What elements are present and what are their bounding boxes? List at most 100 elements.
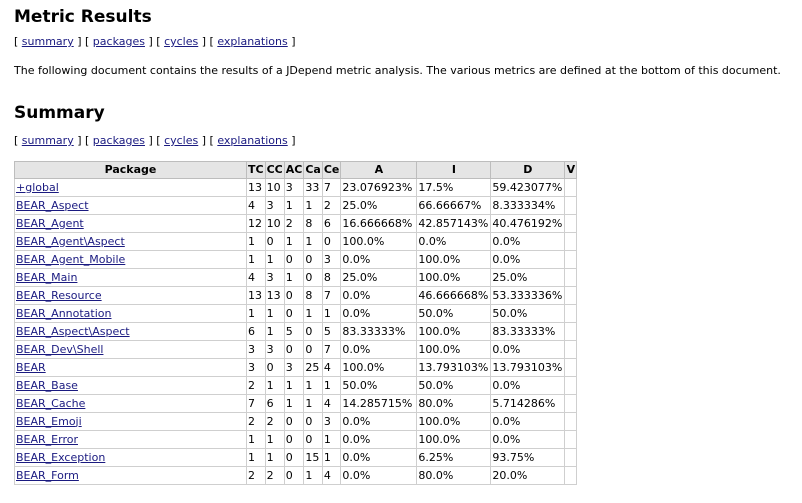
cell-ac: 0 [283,340,305,359]
cell-ce: 7 [321,178,342,197]
package-link[interactable]: BEAR_Aspect\Aspect [16,325,130,338]
package-link[interactable]: BEAR_Form [16,469,79,482]
cell-v [564,358,578,377]
cell-a: 14.285715% [340,394,418,413]
cell-ac: 3 [283,358,305,377]
cell-ac: 1 [283,232,305,251]
table-row: BEAR_Base 2 1 1 1 1 50.0% 50.0% 0.0% [14,376,578,395]
cell-d: 5.714286% [490,394,566,413]
cell-ac: 0 [283,430,305,449]
cell-ca: 1 [303,466,323,485]
nav-link-cycles[interactable]: cycles [164,134,198,147]
cell-ac: 1 [283,196,305,215]
cell-package: +global [14,178,247,197]
cell-i: 50.0% [416,376,492,395]
cell-cc: 6 [264,394,285,413]
package-link[interactable]: BEAR_Exception [16,451,105,464]
cell-i: 6.25% [416,448,492,467]
column-header-d: D [490,161,566,179]
cell-ca: 1 [303,304,323,323]
package-link[interactable]: BEAR_Annotation [16,307,112,320]
cell-a: 25.0% [340,196,418,215]
cell-ac: 2 [283,214,305,233]
package-link[interactable]: BEAR_Error [16,433,78,446]
cell-ca: 0 [303,250,323,269]
cell-tc: 12 [246,214,266,233]
table-row: BEAR_Dev\Shell 3 3 0 0 7 0.0% 100.0% 0.0% [14,340,578,359]
nav-separator: ] [ [77,35,90,48]
cell-cc: 0 [264,232,285,251]
cell-ca: 1 [303,232,323,251]
cell-ce: 1 [321,304,342,323]
package-link[interactable]: BEAR_Resource [16,289,102,302]
package-link[interactable]: BEAR_Agent [16,217,84,230]
package-link[interactable]: BEAR_Dev\Shell [16,343,103,356]
cell-ac: 1 [283,394,305,413]
cell-v [564,268,578,287]
nav-link-packages[interactable]: packages [93,134,145,147]
package-link[interactable]: BEAR_Base [16,379,78,392]
nav-link-explanations[interactable]: explanations [217,35,287,48]
cell-tc: 1 [246,304,266,323]
nav-separator: ] [ [148,35,161,48]
table-row: BEAR 3 0 3 25 4 100.0% 13.793103% 13.793103% [14,358,578,377]
nav-link-explanations[interactable]: explanations [217,134,287,147]
nav-link-cycles[interactable]: cycles [164,35,198,48]
package-link[interactable]: BEAR [16,361,46,374]
cell-a: 16.666668% [340,214,418,233]
package-link[interactable]: +global [16,181,59,194]
top-nav: [ summary ] [ packages ] [ cycles ] [ ex… [14,34,802,50]
cell-tc: 2 [246,412,266,431]
package-link[interactable]: BEAR_Main [16,271,77,284]
table-row: BEAR_Form 2 2 0 1 4 0.0% 80.0% 20.0% [14,466,578,485]
cell-tc: 7 [246,394,266,413]
cell-v [564,304,578,323]
package-link[interactable]: BEAR_Agent_Mobile [16,253,125,266]
cell-ca: 8 [303,286,323,305]
cell-cc: 1 [264,448,285,467]
cell-package: BEAR_Error [14,430,247,449]
column-header-package: Package [14,161,247,179]
cell-ca: 0 [303,412,323,431]
package-link[interactable]: BEAR_Aspect [16,199,89,212]
cell-cc: 13 [264,286,285,305]
cell-d: 13.793103% [490,358,566,377]
cell-i: 13.793103% [416,358,492,377]
nav-link-summary[interactable]: summary [22,35,74,48]
cell-cc: 1 [264,430,285,449]
cell-tc: 13 [246,178,266,197]
cell-cc: 10 [264,214,285,233]
cell-ac: 0 [283,286,305,305]
cell-a: 83.33333% [340,322,418,341]
nav-separator: ] [ [148,134,161,147]
table-row: BEAR_Error 1 1 0 0 1 0.0% 100.0% 0.0% [14,430,578,449]
cell-a: 23.076923% [340,178,418,197]
cell-ce: 6 [321,214,342,233]
cell-a: 0.0% [340,412,418,431]
cell-package: BEAR [14,358,247,377]
cell-d: 0.0% [490,430,566,449]
table-row: BEAR_Annotation 1 1 0 1 1 0.0% 50.0% 50.0% [14,304,578,323]
cell-i: 66.66667% [416,196,492,215]
cell-i: 0.0% [416,232,492,251]
cell-cc: 3 [264,340,285,359]
cell-tc: 1 [246,430,266,449]
cell-v [564,448,578,467]
table-row: BEAR_Main 4 3 1 0 8 25.0% 100.0% 25.0% [14,268,578,287]
cell-a: 50.0% [340,376,418,395]
column-header-cc: CC [264,161,285,179]
cell-ce: 1 [321,376,342,395]
package-link[interactable]: BEAR_Cache [16,397,85,410]
cell-ce: 7 [321,286,342,305]
cell-package: BEAR_Agent [14,214,247,233]
package-link[interactable]: BEAR_Agent\Aspect [16,235,125,248]
cell-v [564,394,578,413]
nav-link-packages[interactable]: packages [93,35,145,48]
cell-package: BEAR_Emoji [14,412,247,431]
nav-link-summary[interactable]: summary [22,134,74,147]
package-link[interactable]: BEAR_Emoji [16,415,82,428]
cell-ca: 0 [303,322,323,341]
table-row: +global 13 10 3 33 7 23.076923% 17.5% 59.423077% [14,178,578,197]
cell-cc: 1 [264,304,285,323]
cell-i: 42.857143% [416,214,492,233]
